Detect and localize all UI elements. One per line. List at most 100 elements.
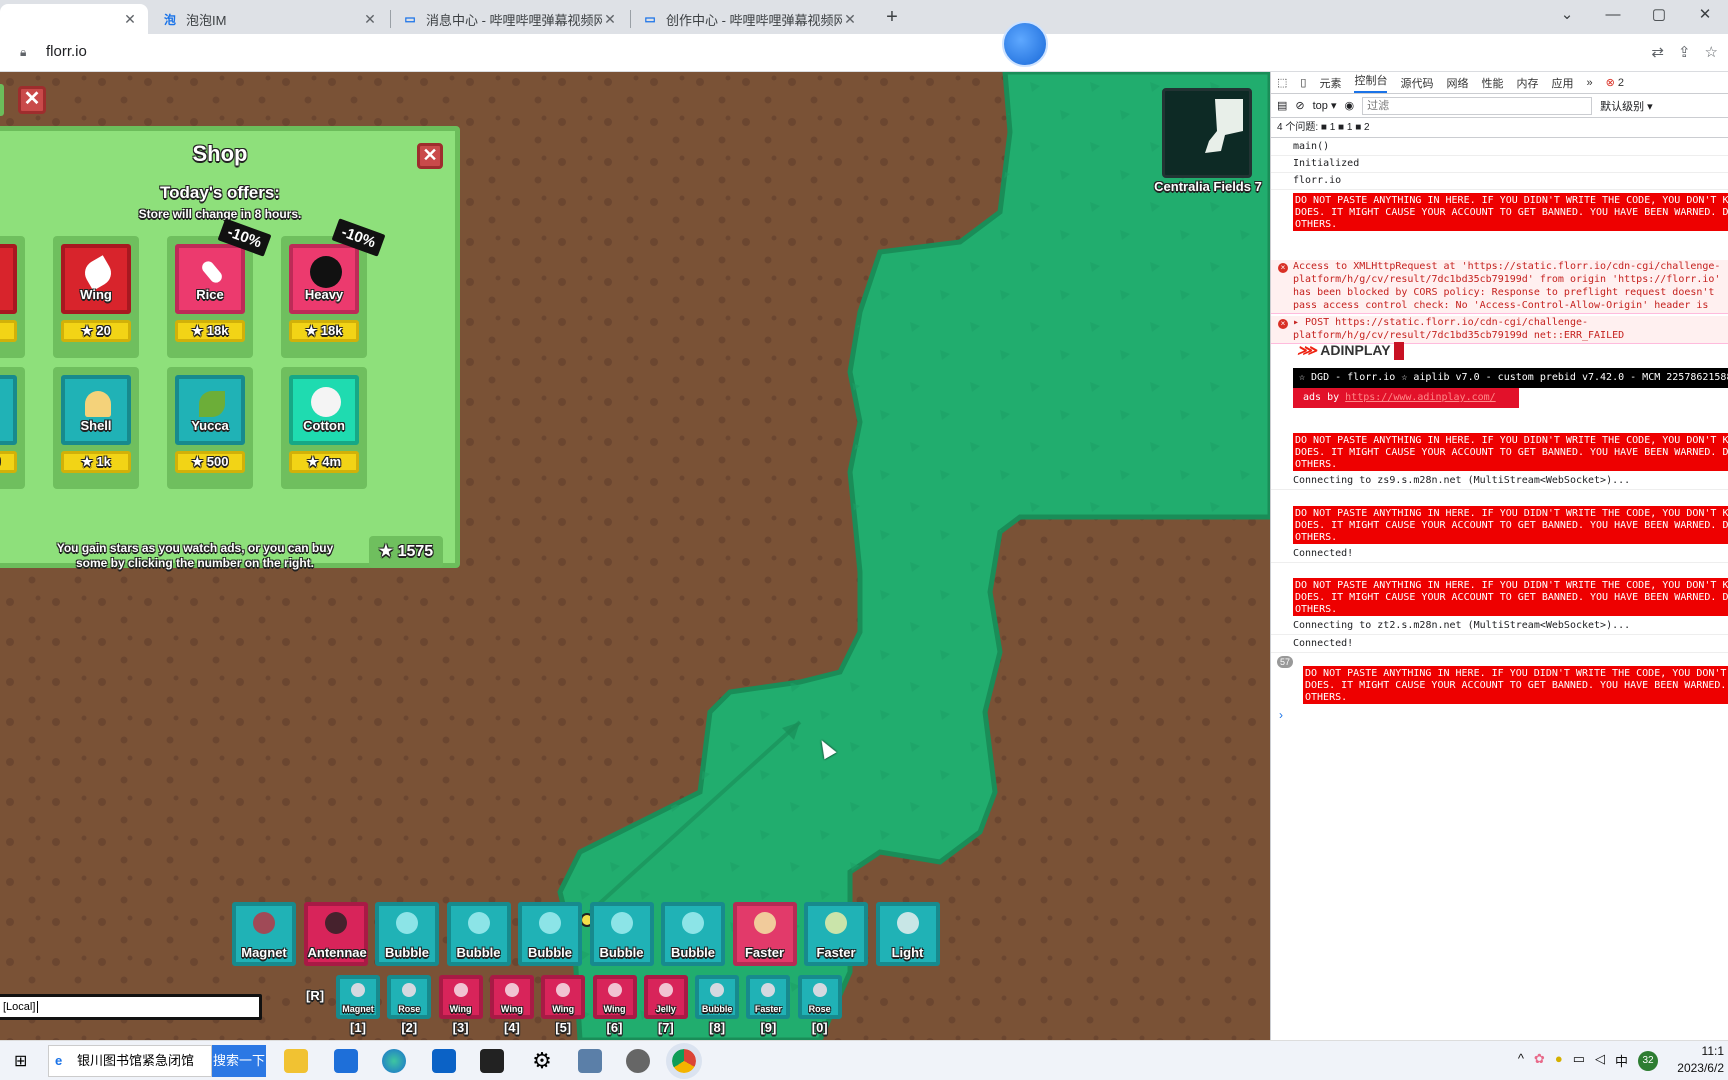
menu-tab-edge[interactable] [0,84,4,116]
maximize-icon[interactable]: ▢ [1636,0,1682,34]
show-hidden-icons[interactable]: ^ [1518,1051,1524,1071]
context-select[interactable]: top ▾ [1313,99,1337,112]
secondary-slot-wing[interactable]: Wing [489,975,534,1019]
tab-search-icon[interactable]: ⌄ [1544,0,1590,34]
tab-performance[interactable]: 性能 [1481,75,1503,91]
taskbar-clock[interactable]: 11:1 2023/6/2 [1677,1043,1724,1077]
hotbar-slot-antennae[interactable]: Antennae [303,902,368,966]
eye-icon[interactable]: ◉ [1345,99,1355,112]
network-icon[interactable]: ▭ [1573,1051,1585,1071]
tab-florr[interactable]: ✕ [0,4,148,34]
hotbar-slot-faster[interactable]: Faster [732,902,797,966]
hotbar-slot-magnet[interactable]: Magnet [232,902,296,966]
lock-icon[interactable]: 🔒︎ [20,45,32,59]
file-explorer-icon[interactable] [284,1049,308,1073]
close-icon[interactable]: ✕ [122,11,138,28]
price-button[interactable]: ★ 500 [175,451,245,473]
stars-balance-button[interactable]: ★ 1575 [369,536,443,568]
secondary-slot-faster[interactable]: Faster [746,975,791,1019]
close-icon[interactable]: ✕ [602,11,618,28]
tab-paopao-im[interactable]: 泡 泡泡IM ✕ [152,4,388,34]
terminal-icon[interactable] [480,1049,504,1073]
secondary-slot-rose[interactable]: Rose [797,975,842,1019]
globe-icon[interactable] [626,1049,650,1073]
tab-network[interactable]: 网络 [1446,75,1468,91]
issues-bar[interactable]: 4 个问题: ■ 1 ■ 1 ■ 2 [1271,118,1728,138]
ime-indicator[interactable]: 中 [1615,1051,1628,1071]
edge-icon[interactable] [382,1049,406,1073]
post-error[interactable]: ▸ POST https://static.florr.io/cdn-cgi/c… [1271,316,1728,344]
secondary-slot-jelly[interactable]: Jelly [643,975,688,1019]
bookmark-star-icon[interactable]: ☆ [1705,43,1718,61]
close-menu-button[interactable]: ✕ [18,86,46,114]
hotbar-slot-bubble[interactable]: Bubble [518,902,582,966]
price-button[interactable]: ★ 1k [61,451,131,473]
log-level-select[interactable]: 默认级别 ▾ [1600,98,1653,114]
hotbar-slot-bubble[interactable]: Bubble [446,902,511,966]
tray-app-icon-2[interactable]: ● [1555,1051,1563,1071]
game-canvas[interactable]: ✕ Shop ✕ Today's offers: Store will chan… [0,72,1270,1040]
shop-item-yucca[interactable]: Yucca ★ 500 [167,367,253,489]
price-button[interactable]: ★ 500 [0,451,17,473]
sidebar-toggle-icon[interactable]: ▤ [1277,99,1287,112]
volume-icon[interactable]: ◁ [1595,1051,1605,1071]
price-button[interactable]: ★ 20 [0,320,17,342]
shop-item-wing[interactable]: Wing ★ 20 [53,236,139,358]
hotbar-slot-bubble[interactable]: Bubble [375,902,439,966]
price-button[interactable]: ★ 4m [289,451,359,473]
hotbar-slot-bubble[interactable]: Bubble [661,902,725,966]
secondary-slot-wing[interactable]: Wing [541,975,586,1019]
price-button[interactable]: ★ 20 [61,320,131,342]
mail-icon[interactable] [334,1049,358,1073]
share-icon[interactable]: ⇪ [1678,43,1691,61]
url-field[interactable]: florr.io [46,43,87,60]
close-icon[interactable]: ✕ [842,11,858,28]
tab-console[interactable]: 控制台 [1354,72,1388,93]
more-tabs-icon[interactable]: » [1586,77,1592,89]
network-app-icon[interactable] [578,1049,602,1073]
clear-console-icon[interactable]: ⊘ [1295,99,1304,112]
adinplay-link[interactable]: https://www.adinplay.com/ [1345,392,1496,403]
price-button[interactable]: ★ 18k [289,320,359,342]
shop-item-cotton[interactable]: Cotton ★ 4m [281,367,367,489]
taskbar-search-button[interactable]: 搜索一下 [212,1045,266,1077]
settings-gear-icon[interactable]: ⚙ [530,1049,554,1073]
secondary-slot-wing[interactable]: Wing [592,975,637,1019]
inspect-icon[interactable]: ⬚ [1277,76,1287,89]
secondary-slot-wing[interactable]: Wing [438,975,483,1019]
close-window-icon[interactable]: ✕ [1682,0,1728,34]
taskbar-search-input[interactable]: e 银川图书馆紧急闭馆 [48,1045,212,1077]
translate-icon[interactable]: ⇄ [1651,43,1664,61]
error-count-badge[interactable]: ⊗ 2 [1606,76,1637,89]
tab-sources[interactable]: 源代码 [1400,75,1433,91]
tab-application[interactable]: 应用 [1551,75,1573,91]
tab-elements[interactable]: 元素 [1319,75,1341,91]
shop-close-button[interactable]: ✕ [417,143,443,169]
new-tab-button[interactable]: + [880,5,904,29]
task-view-icon[interactable]: ⊞ [14,1051,27,1071]
shop-item-sand[interactable]: nd ★ 500 [0,367,25,489]
tray-app-icon[interactable]: ✿ [1534,1051,1545,1071]
secondary-slot-bubble[interactable]: Bubble [695,975,740,1019]
hotbar-slot-faster[interactable]: Faster [804,902,868,966]
filter-input[interactable]: 过滤 [1362,96,1593,115]
tab-bilibili-creator[interactable]: ▭ 创作中心 - 哔哩哔哩弹幕视频网 ✕ [632,4,868,34]
hotbar-slot-light[interactable]: Light [875,902,940,966]
minimize-icon[interactable]: — [1590,0,1636,34]
notification-badge[interactable]: 32 [1638,1051,1658,1071]
tab-bilibili-messages[interactable]: ▭ 消息中心 - 哔哩哔哩弹幕视频网 ✕ [392,4,628,34]
tab-memory[interactable]: 内存 [1516,75,1538,91]
chrome-icon[interactable] [666,1043,702,1079]
hotbar-slot-bubble[interactable]: Bubble [589,902,654,966]
shop-item-shell[interactable]: Shell ★ 1k [53,367,139,489]
shop-item-pearl[interactable]: arl ★ 20 [0,236,25,358]
secondary-slot-magnet[interactable]: Magnet [336,975,380,1019]
close-icon[interactable]: ✕ [362,11,378,28]
shop-item-heavy[interactable]: Heavy ★ 18k -10% [281,218,386,358]
shop-item-rice[interactable]: Rice ★ 18k -10% [167,218,272,358]
console-prompt[interactable]: › [1279,708,1283,722]
chat-input[interactable]: [Local] [0,994,262,1020]
floating-assistant-icon[interactable] [1002,21,1048,67]
store-icon[interactable] [432,1049,456,1073]
price-button[interactable]: ★ 18k [175,320,245,342]
